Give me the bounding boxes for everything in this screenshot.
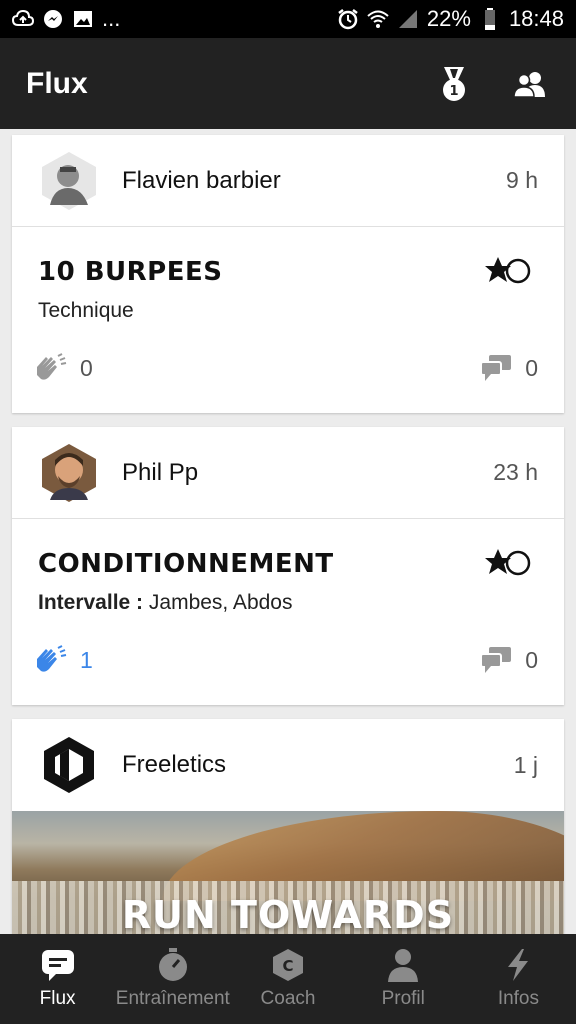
- card-header[interactable]: Flavien barbier 9 h: [12, 135, 564, 227]
- stopwatch-icon: [155, 948, 191, 982]
- author-name[interactable]: Freeletics: [122, 751, 514, 779]
- promo-headline: RUN TOWARDS: [121, 893, 455, 934]
- promo-image[interactable]: RUN TOWARDS: [12, 811, 564, 934]
- clap-hands-icon: [34, 645, 68, 675]
- card-body[interactable]: CONDITIONNEMENT Intervalle : Jambes, Abd…: [12, 519, 564, 705]
- nav-item-coach[interactable]: C Coach: [230, 934, 345, 1024]
- card-header[interactable]: Freeletics 1 j: [12, 719, 564, 811]
- app-bar: Flux 1: [0, 38, 576, 129]
- lightning-icon: [500, 948, 536, 982]
- nav-item-entrainement[interactable]: Entraînement: [115, 934, 230, 1024]
- star-personal-best-icon: [484, 547, 534, 579]
- battery-percent: 22%: [426, 6, 471, 31]
- author-name[interactable]: Phil Pp: [122, 459, 493, 487]
- workout-subtitle: Technique: [38, 299, 538, 323]
- comment-button[interactable]: 0: [479, 645, 538, 675]
- status-left: ...: [12, 6, 120, 32]
- card-actions: 0 0: [34, 353, 538, 383]
- clap-count: 0: [80, 354, 93, 381]
- avatar[interactable]: [38, 442, 100, 504]
- nav-item-flux[interactable]: Flux: [0, 934, 115, 1024]
- signal-icon: [397, 8, 419, 30]
- workout-title: CONDITIONNEMENT: [38, 549, 334, 579]
- comment-count: 0: [525, 646, 538, 673]
- messenger-icon: [42, 8, 64, 30]
- svg-text:1: 1: [449, 84, 458, 99]
- avatar[interactable]: [38, 150, 100, 212]
- clap-hands-icon: [34, 353, 68, 383]
- nav-label: Flux: [39, 988, 76, 1009]
- freeletics-logo[interactable]: [38, 734, 100, 796]
- nav-item-infos[interactable]: Infos: [461, 934, 576, 1024]
- post-time: 1 j: [513, 751, 538, 778]
- battery-icon: [479, 8, 501, 30]
- status-bar: ... 22% 18:48: [0, 0, 576, 38]
- subtitle-text: Technique: [38, 299, 134, 322]
- post-time: 9 h: [506, 167, 538, 193]
- workout-subtitle: Intervalle : Jambes, Abdos: [38, 591, 538, 615]
- medal-icon[interactable]: 1: [434, 64, 474, 104]
- image-icon: [72, 8, 94, 30]
- nav-label: Profil: [381, 988, 425, 1009]
- feed-list[interactable]: Flavien barbier 9 h 10 BURPEES Technique…: [0, 129, 576, 934]
- nav-label: Entraînement: [115, 988, 230, 1009]
- clap-button[interactable]: 0: [34, 353, 93, 383]
- card-actions: 1 0: [34, 645, 538, 675]
- comment-button[interactable]: 0: [479, 353, 538, 383]
- svg-text:C: C: [282, 957, 293, 975]
- more-notifications: ...: [102, 6, 121, 31]
- workout-title: 10 BURPEES: [38, 257, 223, 287]
- upload-cloud-icon: [12, 8, 34, 30]
- nav-label: Infos: [497, 988, 540, 1009]
- coach-hexagon-icon: C: [270, 948, 306, 982]
- card-header[interactable]: Phil Pp 23 h: [12, 427, 564, 519]
- alarm-icon: [337, 8, 359, 30]
- comments-icon: [479, 353, 513, 383]
- friends-icon[interactable]: [510, 64, 550, 104]
- feed-card[interactable]: Flavien barbier 9 h 10 BURPEES Technique…: [12, 135, 564, 413]
- post-time: 23 h: [493, 459, 538, 485]
- comment-count: 0: [525, 354, 538, 381]
- nav-label: Coach: [260, 988, 316, 1009]
- subtitle-label: Intervalle :: [38, 591, 144, 614]
- card-body[interactable]: 10 BURPEES Technique 0 0: [12, 227, 564, 413]
- comments-icon: [479, 645, 513, 675]
- clap-button[interactable]: 1: [34, 645, 93, 675]
- clap-count: 1: [80, 646, 93, 673]
- feed-card[interactable]: Phil Pp 23 h CONDITIONNEMENT Intervalle …: [12, 427, 564, 705]
- author-name[interactable]: Flavien barbier: [122, 167, 506, 195]
- feed-card[interactable]: Freeletics 1 j RUN TOWARDS: [12, 719, 564, 934]
- subtitle-text: Jambes, Abdos: [148, 591, 293, 614]
- chat-bubble-icon: [40, 948, 76, 982]
- page-title: Flux: [26, 66, 88, 100]
- wifi-icon: [367, 8, 389, 30]
- star-personal-best-icon: [484, 255, 534, 287]
- bottom-nav: Flux Entraînement C Coach Profil Infos: [0, 934, 576, 1024]
- nav-item-profil[interactable]: Profil: [346, 934, 461, 1024]
- person-icon: [385, 948, 421, 982]
- clock: 18:48: [508, 6, 564, 31]
- status-right: 22% 18:48: [337, 6, 564, 32]
